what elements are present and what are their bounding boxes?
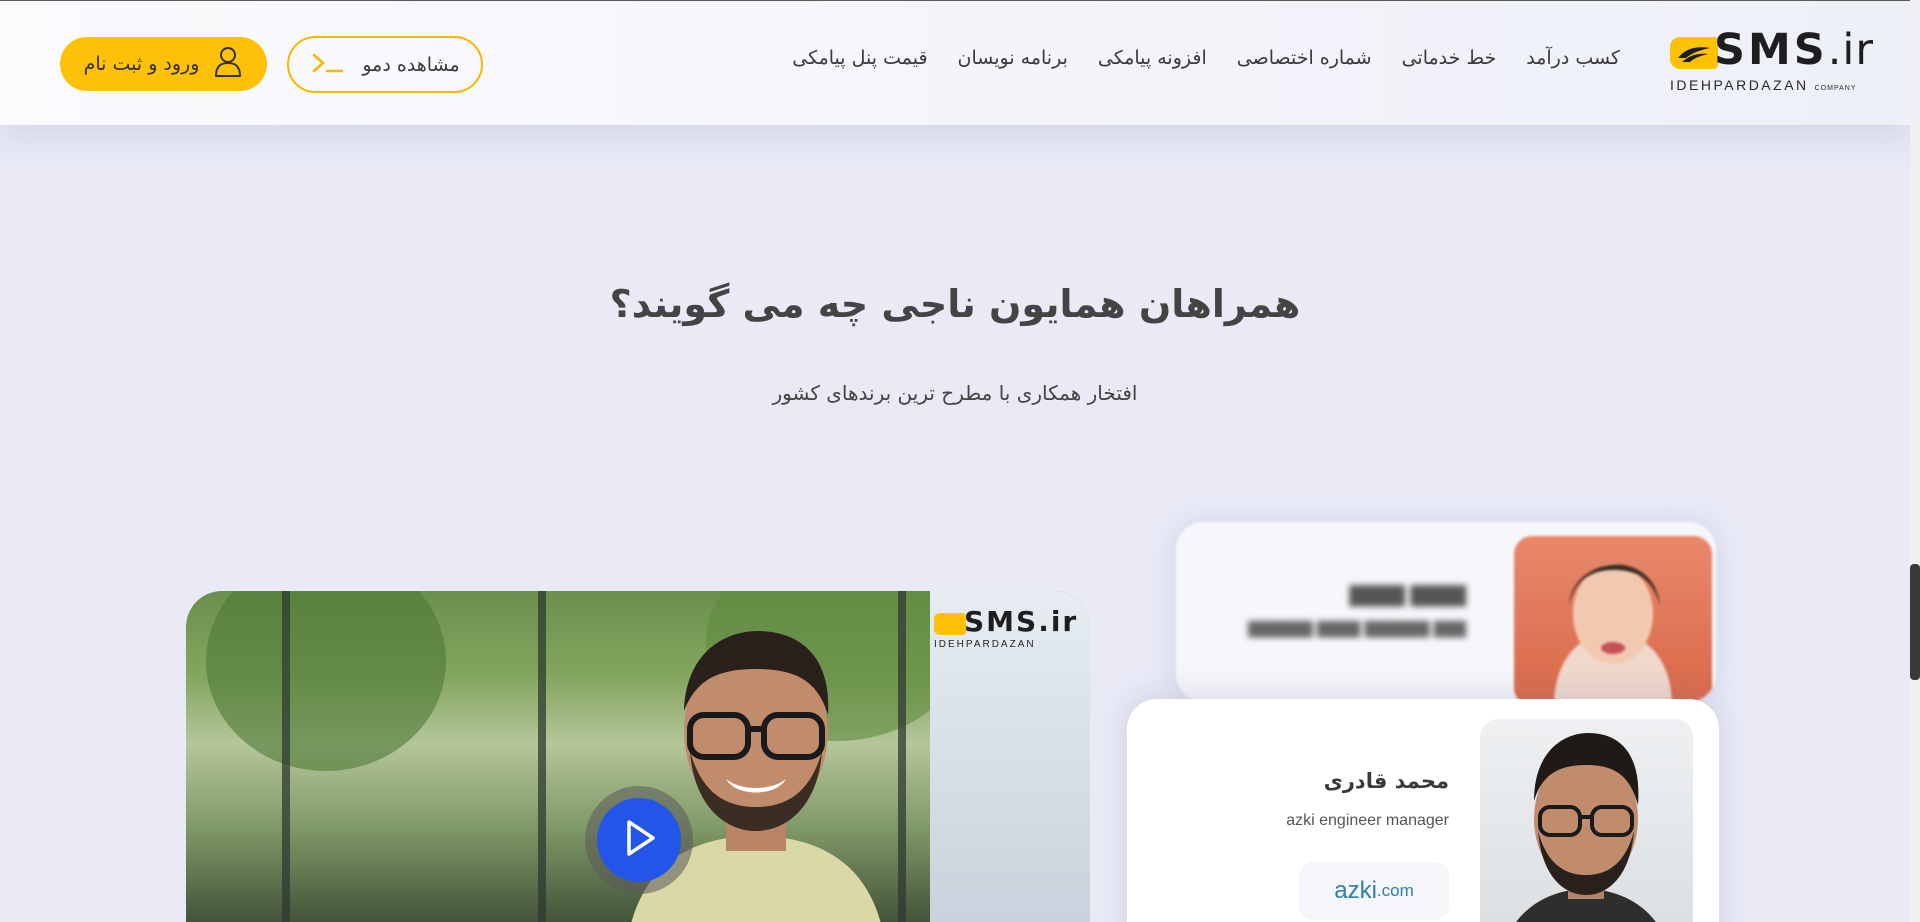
- nav-item-dedicated-number[interactable]: شماره اختصاصی: [1237, 47, 1372, 69]
- nav-item-developers[interactable]: برنامه نویسان: [958, 47, 1068, 69]
- login-register-label: ورود و ثبت نام: [83, 53, 200, 75]
- testimonial-card: محمد قادری azki engineer manager azki .co…: [1127, 699, 1719, 922]
- user-icon: [213, 46, 243, 82]
- main-nav: قیمت پنل پیامکی برنامه نویسان افزونه پیا…: [792, 47, 1620, 69]
- logo-wordmark: SMS.ir: [1714, 25, 1875, 75]
- play-button[interactable]: [585, 786, 693, 894]
- video-window-frame: [282, 591, 290, 922]
- nav-item-addon[interactable]: افزونه پیامکی: [1098, 47, 1207, 69]
- nav-item-pricing[interactable]: قیمت پنل پیامکی: [792, 47, 927, 69]
- testimonial-card-previous[interactable]: ████ ████ ███ ██████ ████ ██████: [1176, 522, 1716, 702]
- testimonial-name: محمد قادری: [1323, 769, 1449, 793]
- video-foliage: [206, 591, 446, 771]
- logo-subtitle: IDEHPARDAZAN COMPANY: [1670, 77, 1857, 93]
- sms-ir-logo[interactable]: SMS.ir IDEHPARDAZAN COMPANY: [1668, 25, 1873, 93]
- testimonial-avatar: [1514, 536, 1712, 702]
- testimonial-avatar: [1480, 719, 1693, 922]
- play-button-circle[interactable]: [597, 798, 681, 882]
- terminal-icon: [310, 51, 344, 79]
- demo-button[interactable]: مشاهده دمو: [287, 36, 483, 93]
- page-scrollbar-thumb[interactable]: [1910, 564, 1920, 680]
- section-title: همراهان همایون ناجی چه می گویند؟: [609, 282, 1301, 326]
- video-watermark-logo: SMS.ir IDEHPARDAZAN: [934, 605, 1079, 650]
- login-register-button[interactable]: ورود و ثبت نام: [60, 37, 267, 91]
- play-icon: [619, 816, 659, 864]
- testimonial-role: azki engineer manager: [1286, 812, 1449, 829]
- azki-brand-logo[interactable]: azki .com: [1299, 862, 1449, 920]
- nav-item-service-line[interactable]: خط خدماتی: [1402, 47, 1497, 69]
- logo-wing-icon: [1670, 37, 1718, 69]
- video-window-frame: [538, 591, 546, 922]
- page-scrollbar-track[interactable]: [1910, 0, 1920, 922]
- site-header: SMS.ir IDEHPARDAZAN COMPANY قیمت پنل پیام…: [0, 0, 1910, 125]
- testimonial-previous-role: ███ ██████ ████ ██████: [1248, 622, 1466, 638]
- demo-button-label: مشاهده دمو: [362, 53, 460, 76]
- testimonial-previous-name: ████ ████: [1349, 586, 1466, 607]
- section-subtitle: افتخار همکاری با مطرح ترین برندهای کشور: [772, 381, 1138, 405]
- nav-item-earn[interactable]: کسب درآمد: [1526, 47, 1620, 69]
